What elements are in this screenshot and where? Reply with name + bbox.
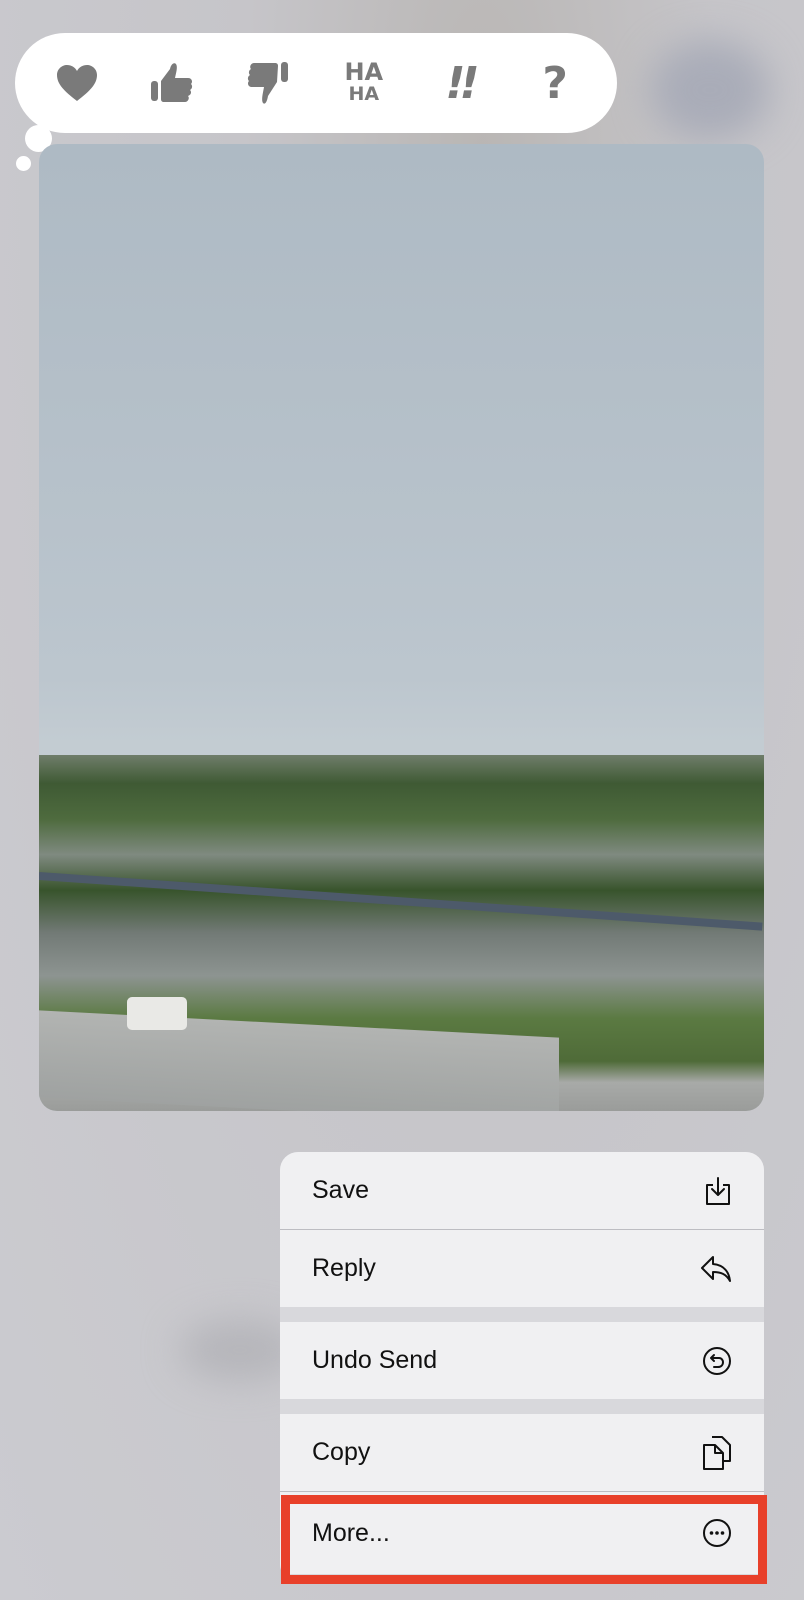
copy-docs-icon (703, 1435, 731, 1470)
heart-icon (56, 65, 97, 101)
menu-item-save[interactable]: Save (280, 1152, 764, 1229)
tapback-haha[interactable]: HA HA (336, 55, 392, 111)
thumbs-down-icon (248, 62, 289, 104)
photo-van (127, 997, 187, 1030)
message-photo[interactable] (39, 144, 764, 1111)
menu-item-reply[interactable]: Reply (280, 1230, 764, 1307)
tapback-exclamation[interactable]: !! (431, 55, 487, 111)
tapback-thumbs-up[interactable] (144, 55, 200, 111)
background-blur (650, 40, 770, 140)
haha-icon: HA HA (344, 58, 384, 105)
tapback-heart[interactable] (49, 55, 105, 111)
menu-item-undo-send[interactable]: Undo Send (280, 1322, 764, 1399)
double-exclamation-icon: !! (445, 57, 479, 109)
tapback-thumbs-down[interactable] (240, 55, 296, 111)
menu-item-copy[interactable]: Copy (280, 1414, 764, 1491)
highlight-box-more (281, 1495, 767, 1584)
undo-circle-icon (703, 1346, 731, 1375)
tapback-question[interactable]: ? (527, 55, 583, 111)
tapback-bar: HA HA !! ? (15, 33, 617, 133)
tapback-tail-small (16, 156, 31, 171)
save-download-icon (706, 1176, 730, 1205)
thumbs-up-icon (151, 63, 193, 102)
reply-arrow-icon (701, 1255, 731, 1282)
question-icon: ? (542, 57, 568, 109)
